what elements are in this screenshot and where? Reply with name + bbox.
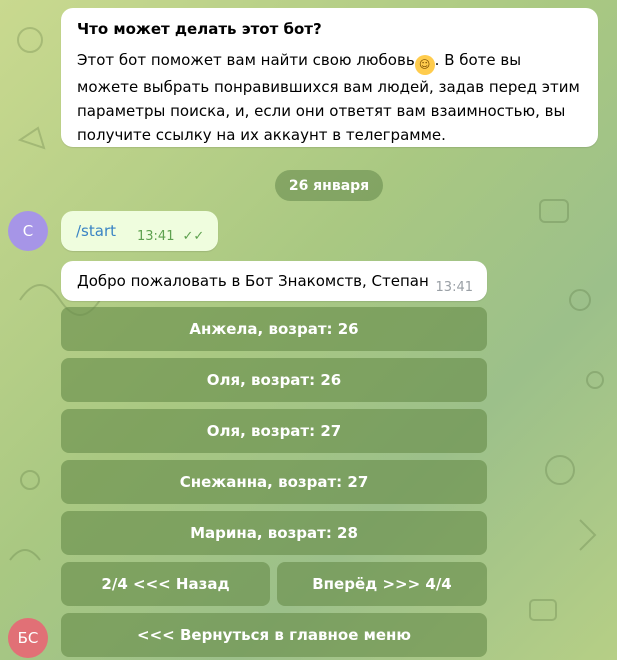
prev-page-button[interactable]: 2/4 <<< Назад bbox=[61, 562, 270, 606]
profile-button-olya-26[interactable]: Оля, возрат: 26 bbox=[61, 358, 487, 402]
bot-description-card: Что может делать этот бот? Этот бот помо… bbox=[61, 8, 598, 147]
incoming-message: Добро пожаловать в Бот Знакомств, Степан… bbox=[61, 261, 487, 301]
outgoing-message: /start 13:41 ✓✓ bbox=[61, 211, 218, 251]
read-receipt-icon: ✓✓ bbox=[182, 228, 205, 244]
message-time: 13:41 bbox=[137, 228, 175, 244]
message-time: 13:41 bbox=[435, 280, 473, 295]
start-command-link[interactable]: /start bbox=[76, 222, 116, 240]
bot-description-text-start: Этот бот поможет вам найти свою любовь bbox=[77, 51, 415, 69]
user-avatar[interactable]: С bbox=[8, 211, 48, 251]
profile-button-marina[interactable]: Марина, возрат: 28 bbox=[61, 511, 487, 555]
profile-button-olya-27[interactable]: Оля, возрат: 27 bbox=[61, 409, 487, 453]
date-divider: 26 января bbox=[275, 170, 383, 201]
welcome-text: Добро пожаловать в Бот Знакомств, Степан bbox=[77, 272, 429, 290]
profile-button-anzhela[interactable]: Анжела, возрат: 26 bbox=[61, 307, 487, 351]
profile-button-snezhanna[interactable]: Снежанна, возрат: 27 bbox=[61, 460, 487, 504]
bot-description-title: Что может делать этот бот? bbox=[77, 20, 322, 38]
smiling-face-emoji-icon: ☺ bbox=[414, 55, 435, 75]
next-page-button[interactable]: Вперёд >>> 4/4 bbox=[277, 562, 487, 606]
bot-avatar[interactable]: БС bbox=[8, 618, 48, 658]
back-to-main-menu-button[interactable]: <<< Вернуться в главное меню bbox=[61, 613, 487, 657]
bot-description-text: Этот бот поможет вам найти свою любовь ☺.… bbox=[77, 48, 582, 147]
